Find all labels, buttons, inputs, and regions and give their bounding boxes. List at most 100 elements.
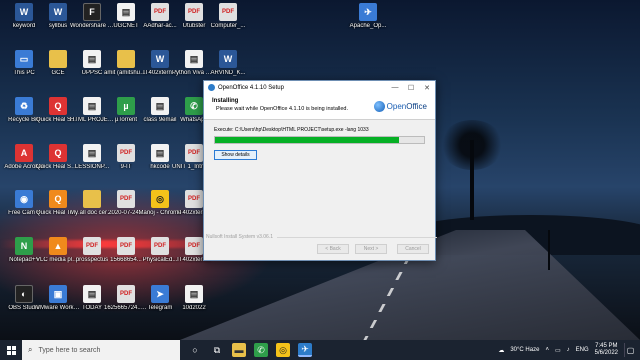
taskbar: ⌕ Type here to search ○ ⧉ ▬ ✆ ◎ ✈ ☁ 30°C… (0, 340, 640, 360)
openoffice-icon: ✈ (359, 3, 377, 21)
progress-fill (215, 137, 399, 143)
document-icon: ▤ (83, 144, 101, 162)
pdf-icon: PDF (185, 144, 203, 162)
whatsapp-icon: ✆ (185, 97, 203, 115)
chrome-icon: ◎ (151, 190, 169, 208)
logo-prefix: Open (386, 102, 407, 111)
system-tray: ☁ 30°C Haze ˄ ▭ ♪ ENG 7:45 PM 5/6/2022 ▢ (498, 343, 640, 357)
filmora-icon: F (83, 3, 101, 21)
freecam-icon: ◉ (15, 190, 33, 208)
whatsapp-taskbar-icon[interactable]: ✆ (254, 343, 268, 357)
desktop-icon-d10[interactable]: ▤ 10d2022 (174, 285, 214, 312)
file-explorer-icon[interactable]: ▬ (232, 343, 246, 357)
openoffice-logo-icon (373, 101, 385, 112)
telegram-icon: ➤ (151, 285, 169, 303)
installer-window: OpenOffice 4.1.10 Setup — ☐ ✕ Installing… (203, 80, 437, 261)
search-icon: ⌕ (28, 345, 33, 354)
word-doc-icon: W (151, 50, 169, 68)
vmware-icon: ▣ (49, 285, 67, 303)
document-icon: ▤ (185, 285, 203, 303)
branding-text: Nullsoft Install System v3.06.1 (206, 234, 273, 240)
word-doc-icon: W (219, 50, 237, 68)
document-icon: ▤ (83, 50, 101, 68)
taskbar-pinned-apps: ○ ⧉ ▬ ✆ ◎ ✈ (188, 343, 312, 357)
obs-icon: ◐ (15, 285, 33, 303)
weather-icon[interactable]: ☁ (498, 347, 504, 354)
desktop-icon-label: ARVIND_K... (210, 70, 246, 76)
task-view-icon[interactable]: ⧉ (210, 343, 224, 357)
desktop-icon-label: Apache_Op... (349, 23, 387, 29)
user-folder-icon (117, 50, 135, 68)
post (548, 230, 550, 270)
notification-icon[interactable]: ▢ (624, 343, 636, 357)
window-titlebar[interactable]: OpenOffice 4.1.10 Setup — ☐ ✕ (204, 81, 435, 94)
clock-time: 7:45 PM (595, 343, 618, 349)
quickheal-icon: Q (49, 97, 67, 115)
word-doc-icon: W (49, 3, 67, 21)
back-button[interactable]: < Back (317, 244, 349, 254)
window-title: OpenOffice 4.1.10 Setup (218, 84, 284, 91)
tray-chevron-icon[interactable]: ˄ (545, 347, 549, 353)
document-icon: ▤ (151, 97, 169, 115)
chrome-taskbar-icon[interactable]: ◎ (276, 343, 290, 357)
quickheal-icon: Q (49, 190, 67, 208)
installer-button-row: < Back Next > Cancel (204, 244, 437, 254)
pdf-icon: PDF (219, 3, 237, 21)
pdf-icon: PDF (117, 190, 135, 208)
desktop-icon-arvind[interactable]: W ARVIND_K... (208, 50, 248, 77)
network-icon[interactable]: ▭ (555, 347, 561, 354)
next-button[interactable]: Next > (355, 244, 387, 254)
close-icon[interactable]: ✕ (419, 81, 435, 94)
installer-body: Execute: C:\Users\hp\Desktop\HTML PROJEC… (204, 120, 435, 248)
pdf-icon: PDF (185, 237, 203, 255)
install-progress-bar (214, 136, 425, 144)
pdf-icon: PDF (151, 237, 169, 255)
language-indicator[interactable]: ENG (576, 347, 589, 353)
windows-logo-icon (6, 345, 16, 355)
acrobat-icon: A (15, 144, 33, 162)
document-icon: ▤ (185, 50, 203, 68)
show-details-button[interactable]: Show details (214, 150, 257, 160)
clock-date: 5/6/2022 (594, 350, 618, 356)
minimize-icon[interactable]: — (387, 81, 403, 94)
pdf-icon: PDF (117, 237, 135, 255)
pdf-icon: PDF (185, 190, 203, 208)
notepadpp-icon: N (15, 237, 33, 255)
pdf-icon: PDF (117, 144, 135, 162)
folder-icon (49, 50, 67, 68)
pdf-icon: PDF (83, 237, 101, 255)
pdf-icon: PDF (185, 3, 203, 21)
branding-divider (276, 236, 437, 238)
logo-suffix: Office (406, 102, 427, 111)
document-icon: ▤ (83, 97, 101, 115)
desktop-icon-apache[interactable]: ✈ Apache_Op... (348, 3, 388, 30)
folder-icon (83, 190, 101, 208)
word-doc-icon: W (15, 3, 33, 21)
openoffice-logo: OpenOffice (373, 101, 427, 112)
computer-icon: ▭ (15, 50, 33, 68)
weather-text[interactable]: 30°C Haze (510, 347, 539, 353)
execute-status: Execute: C:\Users\hp\Desktop\HTML PROJEC… (214, 127, 369, 133)
installer-header: Installing Please wait while OpenOffice … (204, 94, 435, 120)
taskbar-search[interactable]: ⌕ Type here to search (22, 340, 180, 360)
maximize-icon[interactable]: ☐ (403, 81, 419, 94)
vlc-icon: ▲ (49, 237, 67, 255)
clock[interactable]: 7:45 PM 5/6/2022 (595, 343, 618, 357)
desktop-icon-label: 10d2022 (182, 305, 206, 311)
openoffice-small-icon (208, 84, 215, 91)
document-icon: ▤ (117, 3, 135, 21)
document-icon: ▤ (83, 285, 101, 303)
quickheal-icon: Q (49, 144, 67, 162)
volume-icon[interactable]: ♪ (567, 347, 570, 353)
recycle-bin-icon: ♻ (15, 97, 33, 115)
utorrent-icon: µ (117, 97, 135, 115)
cortana-icon[interactable]: ○ (188, 343, 202, 357)
desktop-icon-label: Computer_... (210, 23, 246, 29)
cancel-button[interactable]: Cancel (397, 244, 429, 254)
document-icon: ▤ (151, 144, 169, 162)
desktop-icon-computer[interactable]: PDF Computer_... (208, 3, 248, 30)
openoffice-taskbar-icon[interactable]: ✈ (298, 343, 312, 357)
nsis-branding: Nullsoft Install System v3.06.1 (204, 234, 437, 240)
start-button[interactable] (0, 340, 22, 360)
search-placeholder: Type here to search (38, 346, 101, 354)
